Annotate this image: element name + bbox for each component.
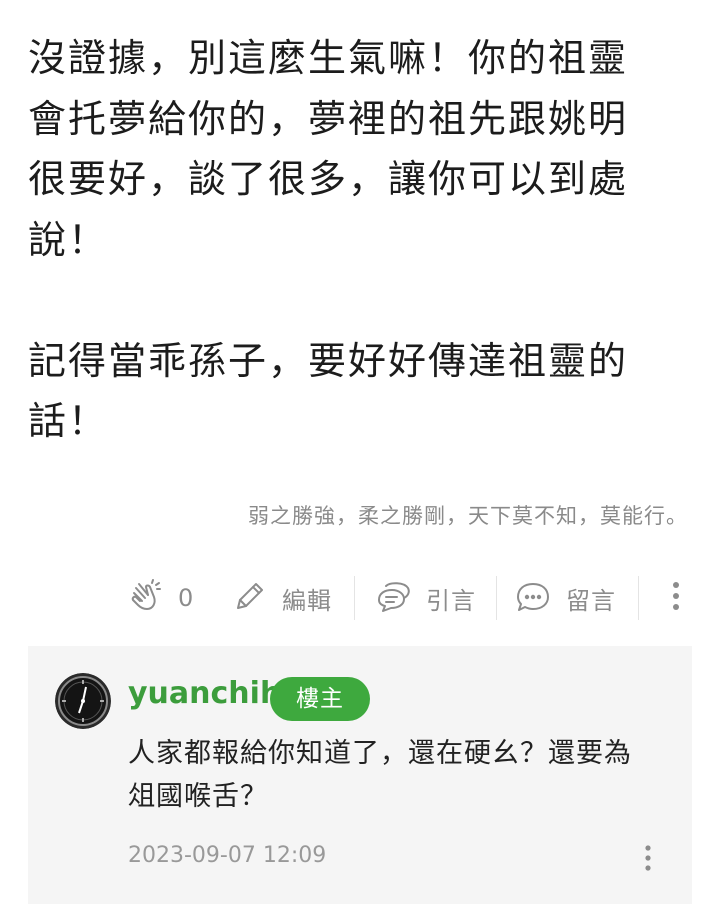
- post-paragraph: 記得當乖孫子，要好好傳達祖靈的 話！: [28, 331, 692, 452]
- action-divider: [496, 576, 497, 620]
- action-divider: [638, 576, 639, 620]
- post-line: 話！: [28, 399, 109, 443]
- comment-text: 人家都報給你知道了，還在硬幺？還要為 俎國喉舌？: [128, 732, 668, 818]
- post-paragraph: 沒證據，別這麼生氣嘛！你的祖靈 會托夢給你的，夢裡的祖先跟姚明 很要好，談了很多…: [28, 28, 692, 270]
- user-avatar[interactable]: [55, 673, 111, 729]
- like-button[interactable]: 0: [128, 568, 194, 628]
- edit-button[interactable]: 編輯: [232, 568, 332, 628]
- comment-line: 俎國喉舌？: [128, 781, 268, 812]
- comment-username[interactable]: yuanchih: [128, 676, 281, 711]
- edit-label: 編輯: [282, 586, 332, 615]
- post-line: 記得當乖孫子，要好好傳達祖靈的: [28, 338, 629, 383]
- post-body: 沒證據，別這麼生氣嘛！你的祖靈 會托夢給你的，夢裡的祖先跟姚明 很要好，談了很多…: [28, 28, 692, 452]
- quote-label: 引言: [426, 586, 476, 615]
- action-divider: [354, 576, 355, 620]
- more-vertical-icon: [644, 844, 652, 876]
- user-signature: 弱之勝強，柔之勝剛，天下莫不知，莫能行。: [248, 504, 688, 528]
- comment-bubble-icon: [514, 578, 552, 618]
- post-line: 很要好，談了很多，讓你可以到處: [28, 157, 629, 201]
- clap-hands-icon: [128, 578, 164, 618]
- quote-button[interactable]: 引言: [374, 568, 476, 628]
- comment-button[interactable]: 留言: [514, 568, 616, 628]
- op-badge: 樓主: [270, 677, 370, 721]
- like-count: 0: [178, 584, 195, 612]
- pencil-icon: [232, 578, 268, 618]
- comment-timestamp: 2023-09-07 12:09: [128, 843, 327, 868]
- post-line: 說！: [28, 217, 109, 262]
- comment-card: yuanchih 樓主 人家都報給你知道了，還在硬幺？還要為 俎國喉舌？ 202…: [28, 646, 692, 904]
- comment-line: 人家都報給你知道了，還在硬幺？還要為: [128, 738, 632, 769]
- post-line: 沒證據，別這麼生氣嘛！你的祖靈: [28, 36, 629, 80]
- post-line: 會托夢給你的，夢裡的祖先跟姚明: [28, 96, 629, 141]
- quote-bubble-icon: [374, 578, 412, 618]
- post-action-bar: 0 編輯 引言 留言: [0, 568, 720, 628]
- comment-more-button[interactable]: [632, 842, 664, 878]
- more-vertical-icon: [671, 580, 681, 616]
- comment-label: 留言: [566, 586, 616, 615]
- post-more-button[interactable]: [660, 568, 692, 628]
